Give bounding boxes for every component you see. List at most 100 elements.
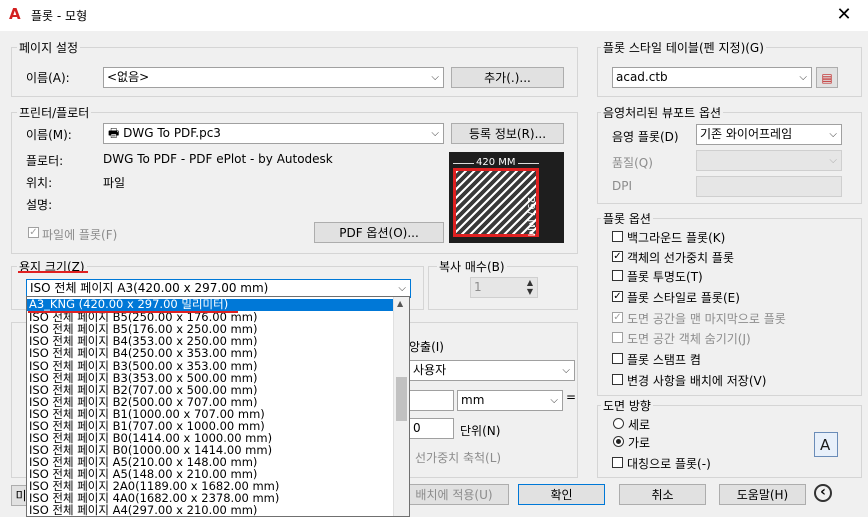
save-changes-label: 변경 사항을 배치에 저장(V) [627, 374, 767, 388]
plot-to-file-checkbox[interactable]: ✓ [28, 227, 39, 238]
paper-units-select[interactable]: mm ⌵ [457, 390, 563, 411]
scroll-up-icon[interactable]: ▲ [397, 299, 403, 308]
chevron-down-icon: ⌵ [431, 128, 439, 139]
chevron-down-icon: ⌵ [799, 72, 807, 83]
plot-style-label: 플롯 스타일 테이블(펜 지정)(G) [601, 39, 766, 56]
portrait-label: 세로 [628, 418, 651, 432]
page-setup-label: 페이지 설정 [17, 39, 81, 56]
drawing-units-value: 0 [413, 421, 421, 435]
landscape-radio[interactable] [613, 436, 624, 447]
printer-name-select[interactable]: 🖶 DWG To PDF.pc3 ⌵ [103, 123, 444, 144]
printer-properties-button[interactable]: 등록 정보(R)... [451, 123, 564, 144]
preview-width-label: 420 MM [474, 157, 518, 168]
page-setup-name-label: 이름(A): [26, 71, 70, 85]
landscape-label: 가로 [628, 436, 651, 450]
autocad-app-icon: A [9, 5, 21, 23]
shade-plot-select[interactable]: 기존 와이어프레임 ⌵ [696, 124, 842, 145]
paper-size-option[interactable]: ISO 전체 페이지 B4(250.00 x 353.00 mm) [27, 347, 397, 359]
paper-units-input[interactable] [409, 390, 454, 411]
quality-label: 품질(Q) [612, 156, 653, 170]
paper-size-dropdown-list[interactable]: A3_KNG (420.00 x 297.00 밀리미터) ISO 전체 페이지… [26, 296, 410, 517]
scale-lineweights-label: 선가중치 축척(L) [415, 451, 502, 465]
quality-select[interactable]: ⌵ [696, 150, 842, 171]
units-label: 단위(N) [460, 424, 501, 438]
hide-paperspace-objects-label: 도면 공간 객체 숨기기(J) [627, 332, 751, 346]
dropdown-scrollbar[interactable]: ▲ [393, 297, 409, 516]
table-edit-icon: ▤ [821, 71, 833, 85]
printer-name-value: DWG To PDF.pc3 [123, 126, 221, 140]
paper-units-value: mm [461, 393, 485, 407]
save-changes-checkbox[interactable] [612, 374, 623, 385]
printer-name-label: 이름(M): [26, 128, 72, 142]
chevron-down-icon: ⌵ [550, 395, 558, 406]
ok-button[interactable]: 확인 [518, 484, 605, 505]
plot-paperspace-last-checkbox[interactable]: ✓ [612, 312, 623, 323]
plot-stamp-label: 플롯 스탬프 켬 [627, 353, 701, 367]
page-setup-name-select[interactable]: <없음> ⌵ [103, 67, 444, 88]
plot-stamp-checkbox[interactable] [612, 353, 623, 364]
close-button[interactable]: ✕ [826, 4, 862, 26]
copies-label: 복사 매수(B) [437, 258, 507, 275]
background-plot-label: 백그라운드 플롯(K) [627, 231, 726, 245]
drawing-units-input[interactable]: 0 [409, 418, 454, 439]
plot-to-file-label: 파일에 플롯(F) [42, 228, 118, 242]
shaded-viewport-label: 음영처리된 뷰포트 옵션 [601, 104, 724, 121]
plot-options-label: 플롯 옵션 [601, 210, 653, 227]
dpi-input[interactable] [696, 176, 842, 197]
copies-spinner[interactable]: 1 ▲ ▼ [470, 277, 538, 298]
plot-lineweights-checkbox[interactable]: ✓ [612, 251, 623, 262]
orientation-page-icon: A [814, 432, 838, 457]
page-setup-name-value: <없음> [107, 70, 150, 84]
where-value: 파일 [103, 176, 126, 190]
printer-group-label: 프린터/플로터 [17, 104, 92, 121]
apply-to-layout-button[interactable]: 배치에 적용(U) [399, 484, 509, 505]
upside-down-label: 대칭으로 플롯(-) [627, 457, 711, 471]
where-label: 위치: [26, 176, 53, 190]
upside-down-checkbox[interactable] [612, 457, 623, 468]
orientation-label: 도면 방향 [601, 397, 653, 414]
orientation-letter-icon: A [820, 436, 831, 454]
title-bar: A 플롯 - 모형 ✕ [0, 0, 868, 31]
scroll-thumb[interactable] [396, 377, 407, 421]
cancel-button[interactable]: 취소 [619, 484, 706, 505]
plot-lineweights-label: 객체의 선가중치 플롯 [627, 251, 734, 265]
paper-size-label-underline [18, 271, 88, 273]
paper-size-value: ISO 전체 페이지 A3(420.00 x 297.00 mm) [30, 281, 269, 295]
pdf-options-button[interactable]: PDF 옵션(O)... [314, 222, 444, 243]
plot-with-styles-label: 플롯 스타일로 플롯(E) [627, 291, 740, 305]
preview-button-label: 미 [15, 489, 27, 503]
chevron-down-icon: ⌵ [829, 155, 837, 166]
printer-icon: 🖶 [108, 126, 124, 140]
chevron-down-icon: ⌵ [398, 283, 406, 294]
portrait-radio[interactable] [613, 418, 624, 429]
plot-style-edit-button[interactable]: ▤ [816, 67, 838, 88]
plot-style-value: acad.ctb [616, 70, 668, 84]
window-title: 플롯 - 모형 [31, 9, 88, 23]
chevron-down-icon: ⌵ [431, 72, 439, 83]
plot-style-select[interactable]: acad.ctb ⌵ [612, 67, 812, 88]
dpi-label: DPI [612, 179, 633, 193]
plot-transparency-checkbox[interactable] [612, 270, 623, 281]
shade-plot-value: 기존 와이어프레임 [700, 127, 793, 141]
plot-transparency-label: 플롯 투명도(T) [627, 270, 703, 284]
plot-with-styles-checkbox[interactable]: ✓ [612, 291, 623, 302]
preview-height-label: 297 MM [525, 197, 536, 237]
paper-size-option[interactable]: ISO 전체 페이지 A4(297.00 x 210.00 mm) [27, 504, 397, 516]
background-plot-checkbox[interactable] [612, 231, 623, 242]
hide-paperspace-objects-checkbox[interactable] [612, 332, 623, 343]
chevron-left-icon: ‹ [820, 484, 826, 500]
chevron-down-icon: ⌵ [562, 365, 570, 376]
copies-value: 1 [474, 280, 482, 294]
selected-option-underline [28, 311, 238, 313]
shade-plot-label: 음영 플롯(D) [612, 130, 679, 144]
equals-sign: = [566, 390, 577, 404]
collapse-button[interactable]: ‹ [814, 484, 832, 502]
scale-select[interactable]: 사용자 ⌵ [409, 360, 575, 381]
plotter-label: 플로터: [26, 154, 64, 168]
scale-value: 사용자 [413, 363, 447, 377]
chevron-down-icon: ⌵ [829, 129, 837, 140]
plot-paperspace-last-label: 도면 공간을 맨 마지막으로 플롯 [627, 312, 786, 326]
help-button[interactable]: 도움말(H) [719, 484, 806, 505]
spinner-arrows-icon: ▲ ▼ [526, 278, 533, 296]
add-page-setup-button[interactable]: 추가(.)... [451, 67, 564, 88]
